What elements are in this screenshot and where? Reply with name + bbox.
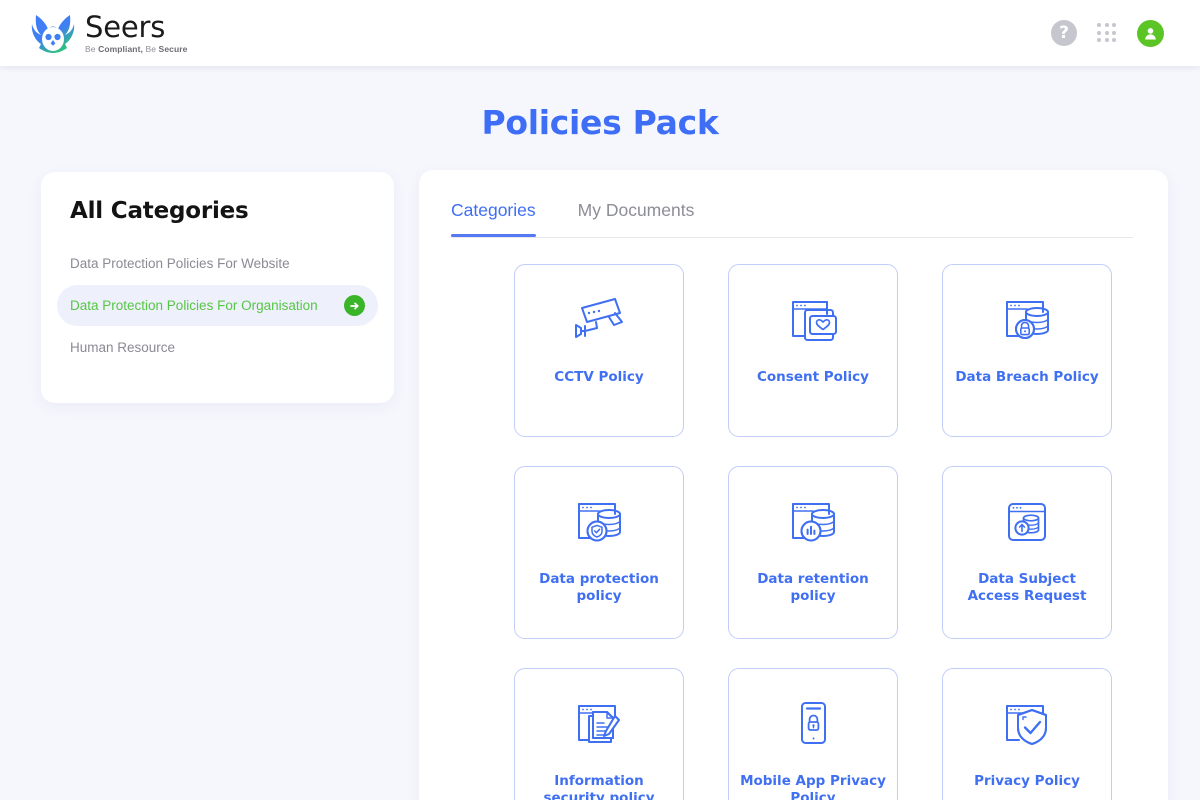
document-pen-icon: [568, 693, 630, 755]
database-chart-icon: [782, 491, 844, 553]
arrow-right-glyph-icon: [349, 300, 361, 312]
database-lock-icon: [996, 289, 1058, 351]
category-list: Data Protection Policies For Website Dat…: [41, 246, 394, 365]
policy-card-consent[interactable]: Consent Policy: [728, 264, 898, 437]
person-glyph-icon: [1142, 25, 1159, 42]
cctv-camera-icon: [568, 289, 630, 351]
brand-tagline-secure: Secure: [159, 44, 188, 54]
user-avatar-icon: [1137, 20, 1164, 47]
policy-card-cctv[interactable]: CCTV Policy: [514, 264, 684, 437]
sidebar-item-label: Data Protection Policies For Website: [70, 256, 290, 271]
tab-categories[interactable]: Categories: [451, 200, 536, 237]
policy-card-grid: CCTV Policy C: [451, 264, 1132, 800]
sidebar-item-label: Human Resource: [70, 340, 175, 355]
policy-card-data-breach[interactable]: Data Breach Policy: [942, 264, 1112, 437]
arrow-right-circle-icon: [344, 295, 365, 316]
windows-heart-icon: [782, 289, 844, 351]
policy-card-label: Privacy Policy: [966, 773, 1088, 790]
brand-tagline: Be Compliant, Be Secure: [85, 44, 188, 54]
brand-logo[interactable]: Seers Be Compliant, Be Secure: [30, 12, 188, 54]
sidebar-heading: All Categories: [41, 198, 394, 224]
shield-check-window-icon: [996, 693, 1058, 755]
policy-card-privacy[interactable]: Privacy Policy: [942, 668, 1112, 800]
policy-card-dsar[interactable]: Data Subject Access Request: [942, 466, 1112, 639]
mobile-lock-icon: [782, 693, 844, 755]
policy-card-mobile-app-privacy[interactable]: Mobile App Privacy Policy: [728, 668, 898, 800]
top-header: Seers Be Compliant, Be Secure ?: [0, 0, 1200, 66]
sidebar-item-website[interactable]: Data Protection Policies For Website: [57, 246, 378, 281]
policy-card-label: Data Subject Access Request: [943, 571, 1111, 606]
content-panel: Categories My Documents: [419, 170, 1168, 800]
policy-card-label: Consent Policy: [749, 369, 877, 386]
brand-tagline-compliant: Compliant,: [98, 44, 143, 54]
policy-card-label: Data Breach Policy: [947, 369, 1106, 386]
brand-tagline-be1: Be: [85, 44, 96, 54]
tab-divider: [451, 237, 1133, 238]
sidebar-item-human-resource[interactable]: Human Resource: [57, 330, 378, 365]
policy-card-label: Mobile App Privacy Policy: [729, 773, 897, 800]
categories-sidebar: All Categories Data Protection Policies …: [41, 172, 394, 403]
sidebar-item-label: Data Protection Policies For Organisatio…: [70, 298, 318, 313]
policy-card-label: Data protection policy: [515, 571, 683, 606]
policy-card-information-security[interactable]: Information security policy: [514, 668, 684, 800]
database-upload-icon: [996, 491, 1058, 553]
apps-menu-button[interactable]: [1095, 21, 1119, 45]
tab-bar: Categories My Documents: [451, 200, 1132, 237]
app-page: Seers Be Compliant, Be Secure ?: [0, 0, 1200, 800]
policy-card-label: CCTV Policy: [546, 369, 651, 386]
policy-card-label: Data retention policy: [729, 571, 897, 606]
seers-owl-logo-icon: [30, 12, 76, 54]
policy-card-label: Information security policy: [515, 773, 683, 800]
header-actions: ?: [1051, 20, 1164, 47]
sidebar-item-organisation[interactable]: Data Protection Policies For Organisatio…: [57, 285, 378, 326]
help-button[interactable]: ?: [1051, 20, 1077, 46]
brand-name: Seers: [85, 13, 188, 42]
tab-my-documents[interactable]: My Documents: [578, 200, 695, 237]
help-circle-icon: ?: [1051, 20, 1077, 46]
brand-tagline-be2: Be: [145, 44, 156, 54]
account-button[interactable]: [1137, 20, 1164, 47]
policy-card-data-retention[interactable]: Data retention policy: [728, 466, 898, 639]
database-shield-check-icon: [568, 491, 630, 553]
apps-grid-icon: [1095, 21, 1119, 45]
policy-card-data-protection[interactable]: Data protection policy: [514, 466, 684, 639]
page-title: Policies Pack: [0, 103, 1200, 142]
